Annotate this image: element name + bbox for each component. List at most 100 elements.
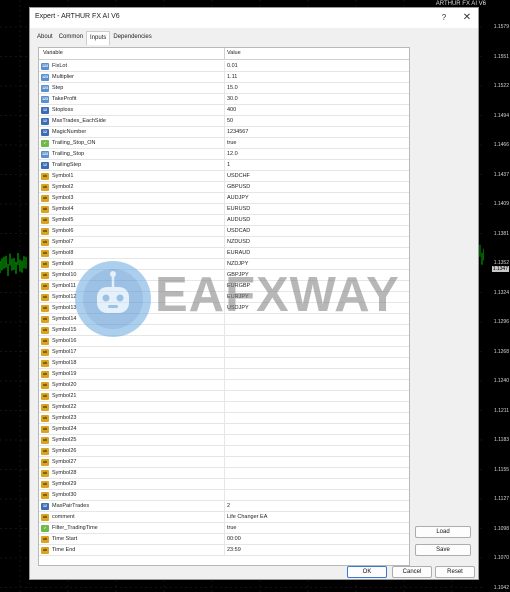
table-row[interactable]: 123 Step 15.0 (39, 83, 409, 94)
table-row[interactable]: ab Symbol27 (39, 457, 409, 468)
table-row[interactable]: ab Symbol16 (39, 336, 409, 347)
table-row[interactable]: 12 Stoploss 400 (39, 105, 409, 116)
cell-divider (224, 457, 225, 468)
parameter-value[interactable]: 1 (227, 162, 230, 168)
parameter-value[interactable]: 50 (227, 118, 233, 124)
tab-inputs[interactable]: Inputs (86, 31, 111, 45)
load-button[interactable]: Load (415, 526, 471, 538)
tab-about[interactable]: About (34, 31, 56, 45)
help-button[interactable]: ? (438, 11, 450, 25)
cell-divider (224, 435, 225, 446)
parameter-type-icon: 123 (41, 74, 49, 81)
table-row[interactable]: 12 MaxPairTrades 2 (39, 501, 409, 512)
tab-common[interactable]: Common (56, 31, 86, 45)
parameter-value[interactable]: USDJPY (227, 305, 249, 311)
table-row[interactable]: ab Symbol2 GBPUSD (39, 182, 409, 193)
parameter-value[interactable]: true (227, 525, 236, 531)
ok-button[interactable]: OK (347, 566, 387, 578)
reset-button[interactable]: Reset (435, 566, 475, 578)
save-button[interactable]: Save (415, 544, 471, 556)
parameter-value[interactable]: GBPUSD (227, 184, 250, 190)
table-row[interactable]: 123 Trailing_Stop 12.0 (39, 149, 409, 160)
table-row[interactable]: ab Symbol3 AUDJPY (39, 193, 409, 204)
table-row[interactable]: ab Symbol19 (39, 369, 409, 380)
table-row[interactable]: 123 FixLot 0.01 (39, 61, 409, 72)
parameter-value[interactable]: EURJPY (227, 294, 249, 300)
parameter-value[interactable]: 2 (227, 503, 230, 509)
parameter-value[interactable]: EURAUD (227, 250, 250, 256)
table-row[interactable]: ab Time Start 00:00 (39, 534, 409, 545)
parameter-name: Symbol3 (52, 195, 74, 201)
table-row[interactable]: ab Symbol15 (39, 325, 409, 336)
parameter-value[interactable]: NZDUSD (227, 239, 250, 245)
parameter-value[interactable]: 30.0 (227, 96, 238, 102)
table-row[interactable]: ab Symbol24 (39, 424, 409, 435)
parameter-name: Symbol23 (52, 415, 77, 421)
table-row[interactable]: ab Symbol10 GBPJPY (39, 270, 409, 281)
table-row[interactable]: ab Symbol25 (39, 435, 409, 446)
parameter-value[interactable]: 400 (227, 107, 236, 113)
table-row[interactable]: ab Symbol29 (39, 479, 409, 490)
parameter-value[interactable]: GBPJPY (227, 272, 249, 278)
table-row[interactable]: ab Symbol21 (39, 391, 409, 402)
table-row[interactable]: ab Symbol7 NZDUSD (39, 237, 409, 248)
parameter-value[interactable]: Life Changer EA (227, 514, 267, 520)
cancel-button[interactable]: Cancel (392, 566, 432, 578)
table-row[interactable]: ab Symbol17 (39, 347, 409, 358)
table-row[interactable]: ✓ Trailing_Stop_ON true (39, 138, 409, 149)
table-row[interactable]: ✓ Filter_TradingTime true (39, 523, 409, 534)
cell-divider (224, 259, 225, 270)
table-row[interactable]: ab Symbol5 AUDUSD (39, 215, 409, 226)
parameter-value[interactable]: 1234567 (227, 129, 248, 135)
table-row[interactable]: ab Symbol30 (39, 490, 409, 501)
table-row[interactable]: ab Symbol14 (39, 314, 409, 325)
price-tick-label: 1.1494 (493, 112, 509, 119)
price-tick-label: 1.1409 (493, 201, 509, 207)
parameter-value[interactable]: EURUSD (227, 206, 250, 212)
table-row[interactable]: 12 TrailingStep 1 (39, 160, 409, 171)
price-tick-label: 1.1579 (493, 24, 509, 30)
parameter-value[interactable]: 1.11 (227, 74, 237, 80)
tab-dependencies[interactable]: Dependencies (110, 31, 154, 45)
table-row[interactable]: ab comment Life Changer EA (39, 512, 409, 523)
column-divider[interactable] (224, 48, 225, 60)
table-row[interactable]: ab Symbol4 EURUSD (39, 204, 409, 215)
parameter-name: Symbol26 (52, 448, 77, 454)
parameter-value[interactable]: USDCHF (227, 173, 250, 179)
table-row[interactable]: ab Symbol22 (39, 402, 409, 413)
table-row[interactable]: ab Time End 23:59 (39, 545, 409, 556)
table-row[interactable]: ab Symbol8 EURAUD (39, 248, 409, 259)
column-header-variable[interactable]: Variable (43, 50, 63, 56)
table-row[interactable]: ab Symbol28 (39, 468, 409, 479)
close-icon[interactable]: ✕ (460, 11, 474, 25)
table-row[interactable]: 12 MaxTrades_EachSide 50 (39, 116, 409, 127)
parameter-name: Symbol14 (52, 316, 77, 322)
parameter-value[interactable]: true (227, 140, 236, 146)
table-row[interactable]: ab Symbol6 USDCAD (39, 226, 409, 237)
table-row[interactable]: ab Symbol26 (39, 446, 409, 457)
column-header-value[interactable]: Value (227, 50, 241, 56)
table-row[interactable]: 123 Multiplier 1.11 (39, 72, 409, 83)
parameter-value[interactable]: 12.0 (227, 151, 238, 157)
table-row[interactable]: ab Symbol1 USDCHF (39, 171, 409, 182)
parameter-value[interactable]: 15.0 (227, 85, 238, 91)
parameter-value[interactable]: 23:59 (227, 547, 241, 553)
table-row[interactable]: 123 TakeProfit 30.0 (39, 94, 409, 105)
parameter-value[interactable]: 0.01 (227, 63, 238, 69)
parameter-value[interactable]: NZDJPY (227, 261, 248, 267)
table-row[interactable]: ab Symbol18 (39, 358, 409, 369)
inputs-table[interactable]: Variable Value 123 FixLot 0.01 123 Multiplie… (38, 47, 410, 566)
parameter-value[interactable]: AUDJPY (227, 195, 249, 201)
table-row[interactable]: ab Symbol13 USDJPY (39, 303, 409, 314)
table-row[interactable]: ab Symbol11 EURGBP (39, 281, 409, 292)
parameter-value[interactable]: USDCAD (227, 228, 250, 234)
table-row[interactable]: 12 MagicNumber 1234567 (39, 127, 409, 138)
table-row[interactable]: ab Symbol12 EURJPY (39, 292, 409, 303)
table-row[interactable]: ab Symbol20 (39, 380, 409, 391)
parameter-value[interactable]: 00:00 (227, 536, 241, 542)
parameter-value[interactable]: EURGBP (227, 283, 250, 289)
table-row[interactable]: ab Symbol9 NZDJPY (39, 259, 409, 270)
parameter-value[interactable]: AUDUSD (227, 217, 250, 223)
parameter-name: Trailing_Stop_ON (52, 140, 96, 146)
table-row[interactable]: ab Symbol23 (39, 413, 409, 424)
